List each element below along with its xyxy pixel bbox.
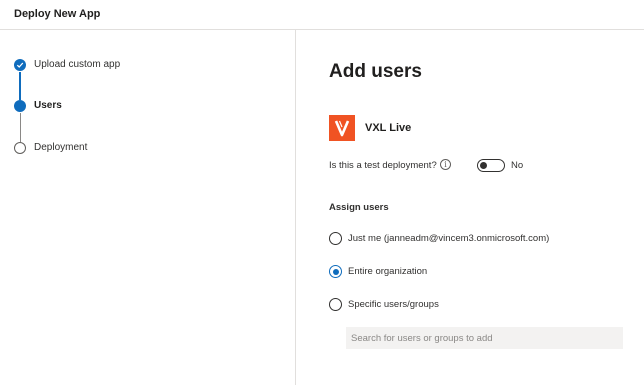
- vxl-logo-icon: [329, 115, 355, 141]
- page-header-title: Deploy New App: [14, 8, 101, 20]
- radio-just-me[interactable]: Just me (janneadm@vincem3.onmicrosoft.co…: [329, 232, 569, 246]
- test-deployment-toggle[interactable]: [477, 159, 505, 172]
- step-connector-2: [19, 113, 21, 142]
- main-panel: Add users VXL Live Is this a test deploy…: [297, 30, 644, 385]
- step-label: Deployment: [34, 142, 88, 153]
- step-users[interactable]: Users: [14, 100, 94, 114]
- radio-button[interactable]: [329, 265, 342, 278]
- check-icon: [14, 59, 26, 71]
- step-upload-custom-app[interactable]: Upload custom app: [14, 59, 154, 73]
- step-deployment[interactable]: Deployment: [14, 142, 114, 156]
- page-title: Add users: [329, 61, 422, 82]
- radio-specific-users-groups[interactable]: Specific users/groups: [329, 298, 459, 312]
- wizard-steps: Upload custom app Users Deployment: [0, 30, 296, 190]
- app-name: VXL Live: [365, 122, 412, 134]
- assign-users-label: Assign users: [329, 202, 389, 213]
- pending-step-icon: [14, 142, 26, 154]
- radio-selected-dot: [332, 268, 339, 275]
- toggle-knob: [480, 162, 487, 169]
- wizard-steps-pane: Upload custom app Users Deployment: [0, 30, 296, 385]
- step-connector-1: [19, 72, 21, 100]
- current-step-icon: [14, 100, 26, 112]
- test-deployment-label: Is this a test deployment?: [329, 160, 437, 171]
- search-users-groups-input[interactable]: [346, 327, 623, 349]
- radio-label: Entire organization: [348, 266, 428, 277]
- radio-label: Just me (janneadm@vincem3.onmicrosoft.co…: [348, 233, 550, 244]
- radio-label: Specific users/groups: [348, 299, 439, 310]
- radio-button[interactable]: [329, 298, 342, 311]
- toggle-state-text: No: [511, 160, 524, 171]
- radio-button[interactable]: [329, 232, 342, 245]
- top-bar: Deploy New App: [0, 0, 644, 30]
- info-icon[interactable]: i: [440, 159, 451, 170]
- step-label: Users: [34, 100, 62, 111]
- radio-entire-organization[interactable]: Entire organization: [329, 265, 459, 279]
- step-label: Upload custom app: [34, 59, 121, 70]
